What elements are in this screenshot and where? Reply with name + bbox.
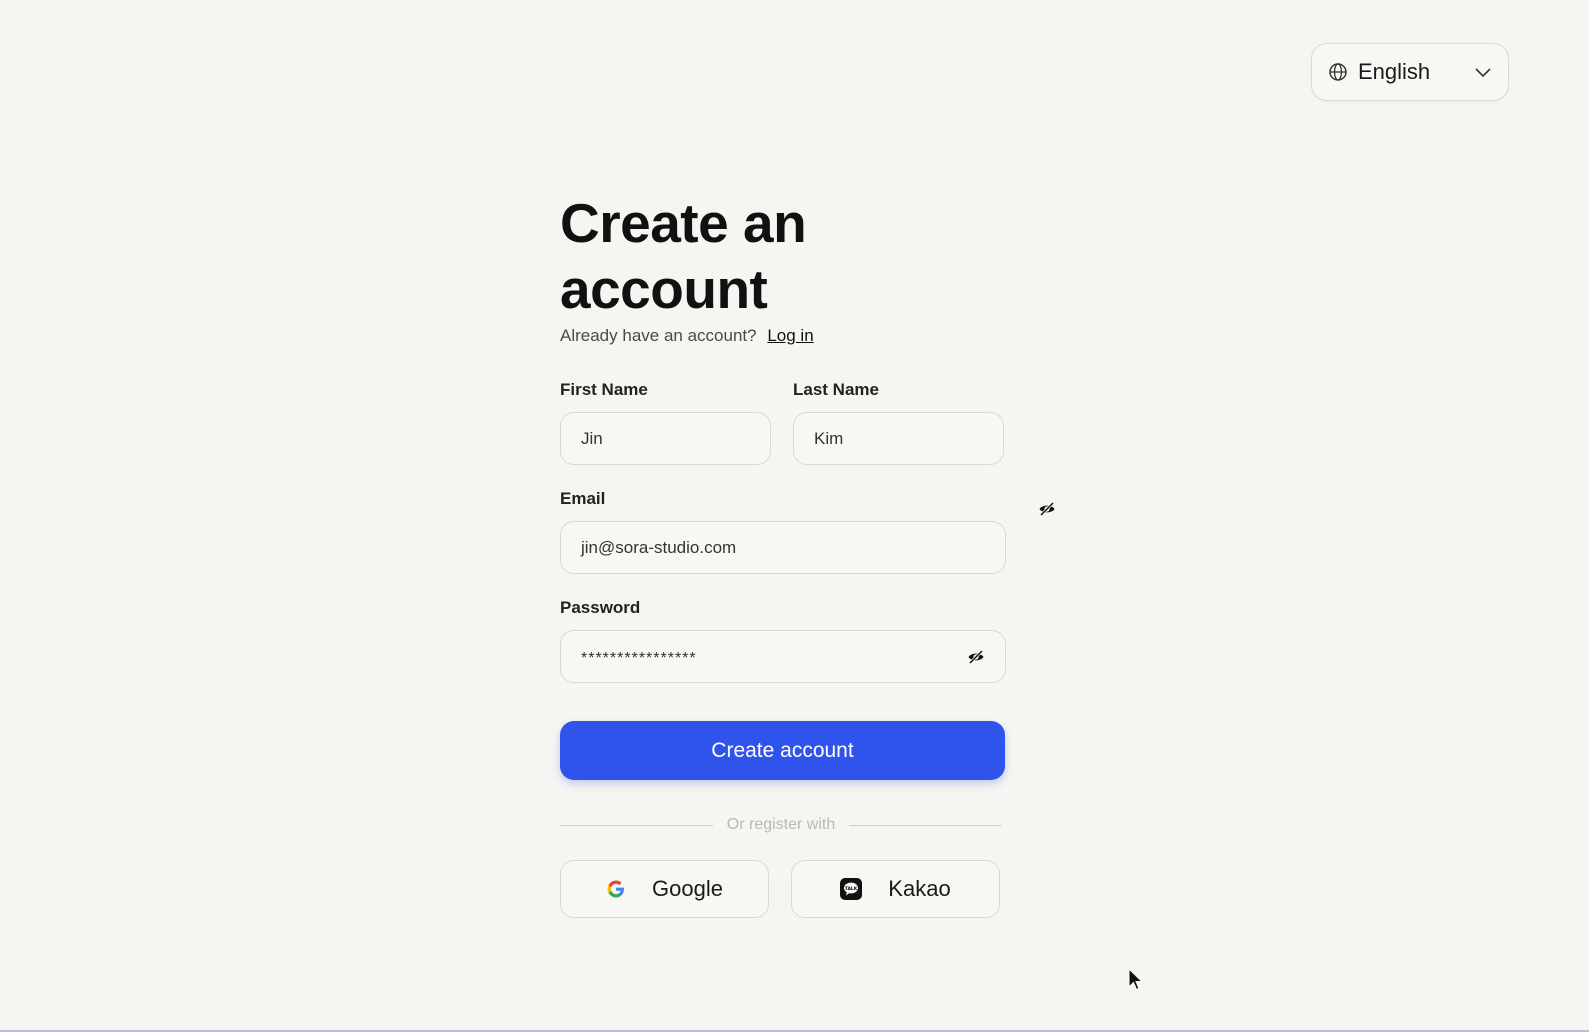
page-title: Create an account (560, 192, 807, 320)
chevron-down-icon (1475, 68, 1491, 78)
login-prompt: Already have an account? Log in (560, 326, 1006, 350)
google-button[interactable]: Google (560, 860, 769, 918)
password-value: **************** (581, 649, 697, 667)
kakao-icon: TALK (840, 878, 863, 900)
kakao-label: Kakao (888, 876, 951, 901)
google-icon (607, 880, 625, 898)
divider-text: Or register with (726, 816, 836, 833)
last-name-field[interactable]: Kim (793, 412, 1004, 465)
eye-off-icon[interactable] (967, 648, 985, 666)
create-account-button[interactable]: Create account (560, 721, 1005, 780)
divider-line-left (560, 824, 713, 826)
eye-off-icon (1039, 501, 1055, 517)
social-buttons: Google TALK Kakao (560, 860, 1006, 918)
signup-page: English Create an account Already have a… (0, 0, 1589, 1032)
globe-icon (1329, 63, 1347, 81)
password-label: Password (560, 598, 641, 617)
name-row: First Name Jin Last Name Kim (560, 380, 1006, 465)
mouse-cursor-icon (1128, 968, 1144, 991)
email-group: Email jin@sora-studio.com (560, 489, 1006, 574)
email-field[interactable]: jin@sora-studio.com (560, 521, 1006, 574)
login-prompt-text: Already have an account? (560, 326, 757, 345)
last-name-label: Last Name (793, 380, 879, 399)
email-value: jin@sora-studio.com (581, 537, 737, 557)
kakao-button[interactable]: TALK Kakao (791, 860, 1000, 918)
language-selector[interactable]: English (1311, 43, 1509, 101)
first-name-field[interactable]: Jin (560, 412, 771, 465)
first-name-group: First Name Jin (560, 380, 771, 465)
first-name-label: First Name (560, 380, 648, 399)
email-label: Email (560, 489, 606, 508)
login-link[interactable]: Log in (767, 326, 813, 345)
svg-text:TALK: TALK (845, 886, 858, 892)
divider: Or register with (560, 816, 1002, 834)
last-name-group: Last Name Kim (793, 380, 1004, 465)
language-label: English (1358, 59, 1431, 84)
last-name-value: Kim (814, 428, 844, 448)
google-label: Google (652, 876, 723, 901)
first-name-value: Jin (581, 428, 603, 448)
password-group: Password **************** (560, 598, 1006, 683)
password-field[interactable]: **************** (560, 630, 1006, 683)
divider-line-right (849, 824, 1002, 826)
signup-form: Create an account Already have an accoun… (560, 190, 1006, 918)
